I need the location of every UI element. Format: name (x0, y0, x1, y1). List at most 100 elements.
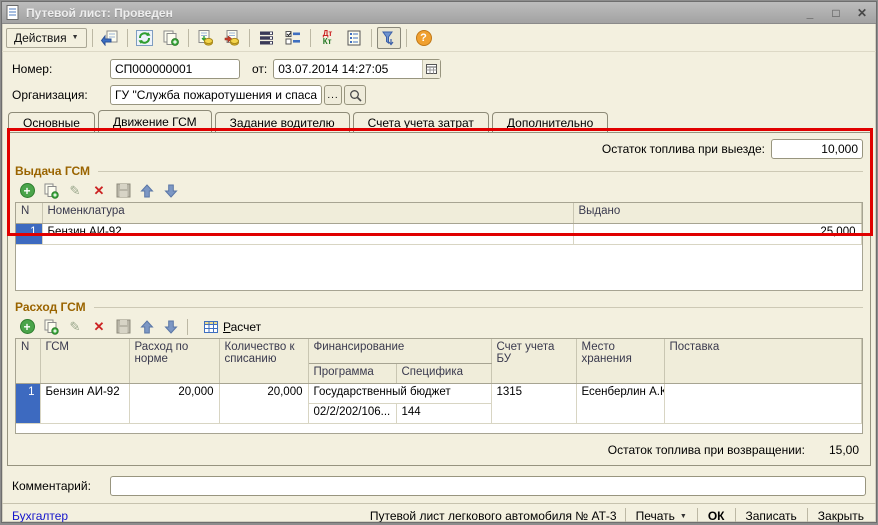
diskette-icon (116, 319, 131, 334)
number-input[interactable] (110, 59, 240, 79)
fuel-return-label: Остаток топлива при возвращении: (608, 443, 805, 457)
issue-edit-button[interactable]: ✎ (65, 181, 85, 200)
fuel-out-input[interactable] (771, 139, 863, 159)
expense-section-title: Расход ГСМ (15, 300, 86, 314)
dt-kt-button[interactable]: ДтКт (316, 27, 340, 49)
expense-row-specifics[interactable]: 144 (396, 403, 491, 423)
expense-end-edit-button[interactable] (113, 317, 133, 336)
issue-move-up-button[interactable] (137, 181, 157, 200)
expense-row-writeoff[interactable]: 20,000 (219, 383, 308, 423)
number-label: Номер: (12, 62, 110, 76)
expense-row-delivery[interactable] (664, 383, 861, 423)
minimize-button[interactable]: _ (800, 5, 820, 21)
expense-move-down-button[interactable] (161, 317, 181, 336)
toolbar-separator (249, 29, 250, 47)
issue-row-nomenclature[interactable]: Бензин АИ-92 (42, 223, 573, 244)
expense-col-n[interactable]: N (16, 339, 40, 383)
edit-pencil-icon: ✎ (70, 319, 81, 335)
expense-edit-button[interactable]: ✎ (65, 317, 85, 336)
expense-row-number[interactable]: 1 (16, 383, 40, 423)
expense-add-button[interactable]: + (17, 317, 37, 336)
expense-col-financing[interactable]: Финансирование (308, 339, 491, 363)
footer-separator (697, 508, 698, 523)
expense-row-account[interactable]: 1315 (491, 383, 576, 423)
role-link[interactable]: Бухгалтер (12, 509, 68, 523)
expense-row-storage[interactable]: Есенберлин А.К. (576, 383, 664, 423)
issue-end-edit-button[interactable] (113, 181, 133, 200)
calc-button-label: Расчет (223, 320, 261, 334)
issue-section-title: Выдача ГСМ (15, 164, 90, 178)
diskette-icon (116, 183, 131, 198)
header-form: Номер: от: Организация: ... (2, 52, 876, 106)
movements-settings-button[interactable] (281, 27, 305, 49)
organization-input[interactable] (110, 85, 322, 105)
expense-col-delivery[interactable]: Поставка (664, 339, 861, 383)
expense-col-rate[interactable]: Расход по норме (129, 339, 219, 383)
expense-col-gsm[interactable]: ГСМ (40, 339, 129, 383)
filter-toggle-button[interactable] (377, 27, 401, 49)
tab-osnovnye[interactable]: Основные (8, 112, 95, 132)
post-document-button[interactable] (194, 27, 218, 49)
organization-search-button[interactable] (344, 85, 366, 105)
expense-add-copy-button[interactable] (41, 317, 61, 336)
organization-select-button[interactable]: ... (324, 85, 342, 105)
expense-row-financing[interactable]: Государственный бюджет (308, 383, 491, 403)
tab-dopolnitelno[interactable]: Дополнительно (492, 112, 608, 132)
unpost-document-button[interactable] (220, 27, 244, 49)
help-button[interactable]: ? (412, 27, 436, 49)
issue-table: N Номенклатура Выдано 1 Бензин АИ-92 25,… (15, 202, 863, 291)
tab-scheta-ucheta-zatrat[interactable]: Счета учета затрат (353, 112, 489, 132)
copy-button[interactable] (159, 27, 183, 49)
ok-button[interactable]: ОК (706, 507, 727, 523)
issue-row-issued[interactable]: 25,000 (573, 223, 861, 244)
document-movements-button[interactable] (255, 27, 279, 49)
expense-col-specifics[interactable]: Специфика (396, 363, 491, 383)
refresh-button[interactable] (133, 27, 157, 49)
delete-icon: ✕ (94, 319, 105, 335)
issue-toolbar: + ✎ ✕ (15, 179, 863, 202)
expense-table-row[interactable]: 1 Бензин АИ-92 20,000 20,000 Государстве… (16, 383, 861, 403)
expense-row-rate[interactable]: 20,000 (129, 383, 219, 423)
reread-button[interactable] (98, 27, 122, 49)
expense-move-up-button[interactable] (137, 317, 157, 336)
issue-col-nomenclature[interactable]: Номенклатура (42, 203, 573, 223)
expense-col-account[interactable]: Счет учета БУ (491, 339, 576, 383)
tab-dvizhenie-gsm[interactable]: Движение ГСМ (98, 110, 212, 132)
add-icon: + (20, 319, 35, 334)
issue-table-row[interactable]: 1 Бензин АИ-92 25,000 (16, 223, 861, 244)
issue-add-button[interactable]: + (17, 181, 37, 200)
print-button[interactable]: Печать ▼ (634, 507, 689, 523)
calc-button[interactable]: Расчет (198, 319, 267, 335)
tab-zadanie-voditelyu[interactable]: Задание водителю (215, 112, 350, 132)
copy-add-icon (43, 183, 59, 199)
issue-col-n[interactable]: N (16, 203, 42, 223)
issue-move-down-button[interactable] (161, 181, 181, 200)
toolbar-separator (310, 29, 311, 47)
expense-col-program[interactable]: Программа (308, 363, 396, 383)
expense-row-gsm[interactable]: Бензин АИ-92 (40, 383, 129, 423)
issue-col-issued[interactable]: Выдано (573, 203, 861, 223)
close-form-button[interactable]: Закрыть (816, 507, 866, 523)
fuel-return-value: 15,00 (829, 443, 859, 457)
footer-bar: Бухгалтер Путевой лист легкового автомоб… (2, 503, 876, 523)
issue-add-copy-button[interactable] (41, 181, 61, 200)
toolbar-separator (371, 29, 372, 47)
actions-menu-button[interactable]: Действия ▼ (6, 28, 87, 48)
comment-input[interactable] (110, 476, 866, 496)
expense-delete-button[interactable]: ✕ (89, 317, 109, 336)
issue-delete-button[interactable]: ✕ (89, 181, 109, 200)
date-input[interactable] (274, 60, 422, 78)
calendar-button[interactable] (422, 60, 440, 78)
close-button[interactable]: ✕ (852, 5, 872, 21)
save-button[interactable]: Записать (744, 507, 799, 523)
actions-label: Действия (14, 31, 67, 45)
expense-section-header: Расход ГСМ (15, 298, 863, 315)
maximize-button[interactable]: □ (826, 5, 846, 21)
tab-panel: Остаток топлива при выезде: Выдача ГСМ +… (7, 132, 871, 466)
report-button[interactable] (342, 27, 366, 49)
expense-row-program[interactable]: 02/2/202/106... (308, 403, 396, 423)
calendar-icon (426, 64, 437, 74)
issue-row-number[interactable]: 1 (16, 223, 42, 244)
expense-col-storage[interactable]: Место хранения (576, 339, 664, 383)
expense-col-writeoff[interactable]: Количество к списанию (219, 339, 308, 383)
